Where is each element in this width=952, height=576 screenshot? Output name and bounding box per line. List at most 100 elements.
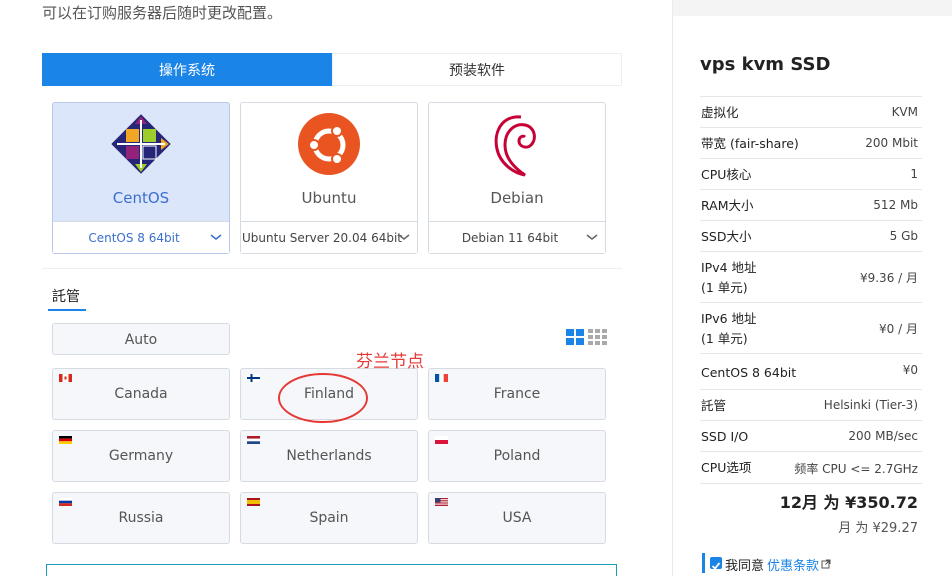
centos-logo-icon xyxy=(53,109,229,179)
location-france-button[interactable]: France xyxy=(428,368,606,420)
os-version-debian: Debian 11 64bit xyxy=(461,230,559,245)
ubuntu-logo-icon xyxy=(241,109,417,179)
spec-value: ¥0 / 月 xyxy=(879,322,918,336)
os-name-debian: Debian xyxy=(490,189,544,207)
usa-flag-icon xyxy=(435,498,448,506)
spec-value: Helsinki (Tier-3) xyxy=(823,398,918,412)
side-panel-top-bar xyxy=(672,0,952,16)
location-poland-button[interactable]: Poland xyxy=(428,430,606,482)
finland-flag-icon xyxy=(247,374,260,382)
agree-label: 我同意 xyxy=(725,559,765,574)
russia-flag-icon xyxy=(59,498,72,506)
os-version-ubuntu: Ubuntu Server 20.04 64bit xyxy=(242,230,402,245)
spec-label: RAM大小 xyxy=(701,198,754,213)
location-label: Auto xyxy=(124,332,158,348)
chevron-down-icon xyxy=(398,234,410,240)
spec-row: SSD大小 5 Gb xyxy=(700,220,922,251)
canada-flag-icon xyxy=(59,374,72,382)
location-auto-button[interactable]: Auto xyxy=(52,323,230,355)
total-monthly-price: 月 为 ¥29.27 xyxy=(838,521,918,536)
spec-value: 512 Mb xyxy=(873,198,918,212)
spec-label: 虚拟化 xyxy=(701,105,739,120)
spec-value: 5 Gb xyxy=(889,229,918,243)
spec-value: 200 Mbit xyxy=(865,136,918,150)
spec-value: 1 xyxy=(910,167,918,181)
os-name-ubuntu: Ubuntu xyxy=(301,189,357,207)
os-version-centos: CentOS 8 64bit xyxy=(88,230,180,245)
agree-indicator xyxy=(702,553,705,573)
location-label: France xyxy=(493,386,541,402)
spec-row: IPv6 地址 (1 单元) ¥0 / 月 xyxy=(700,302,922,353)
location-label: Canada xyxy=(114,386,168,402)
spec-value: 200 MB/sec xyxy=(848,429,918,443)
location-germany-button[interactable]: Germany xyxy=(52,430,230,482)
spec-label: CPU核心 xyxy=(701,167,752,182)
terms-link[interactable]: 优惠条款 xyxy=(767,555,819,574)
spec-label: CPU选项 xyxy=(701,460,752,475)
spec-value: KVM xyxy=(891,105,918,119)
divider xyxy=(42,268,622,269)
spec-row: CPU核心 1 xyxy=(700,158,922,189)
panel-title: vps kvm SSD xyxy=(700,54,831,75)
os-card-ubuntu[interactable]: Ubuntu Ubuntu Server 20.04 64bit xyxy=(240,102,418,254)
spec-label-sub: (1 单元) xyxy=(701,331,748,346)
location-netherlands-button[interactable]: Netherlands xyxy=(240,430,418,482)
bottom-panel xyxy=(46,564,617,576)
spec-row: 虚拟化 KVM xyxy=(700,96,922,127)
tab-operating-system[interactable]: 操作系统 xyxy=(42,53,332,86)
side-panel-border xyxy=(672,0,673,576)
location-label: Poland xyxy=(493,448,541,464)
annotation-ellipse xyxy=(278,373,368,423)
location-label: Russia xyxy=(118,510,164,526)
france-flag-icon xyxy=(435,374,448,382)
poland-flag-icon xyxy=(435,436,448,444)
spec-row: CPU选项 频率 CPU <= 2.7GHz xyxy=(700,451,922,484)
spec-label: IPv6 地址 xyxy=(701,311,757,326)
spec-label: 託管 xyxy=(701,398,727,413)
location-usa-button[interactable]: USA xyxy=(428,492,606,544)
spec-row: 託管 Helsinki (Tier-3) xyxy=(700,389,922,420)
spec-value: ¥0 xyxy=(902,363,918,377)
external-link-icon xyxy=(821,559,831,569)
spec-label: SSD I/O xyxy=(701,429,749,444)
spec-row: 带宽 (fair-share) 200 Mbit xyxy=(700,127,922,158)
spec-row: RAM大小 512 Mb xyxy=(700,189,922,220)
hosting-title-underline xyxy=(48,309,86,311)
spec-value: 频率 CPU <= 2.7GHz xyxy=(794,462,918,476)
netherlands-flag-icon xyxy=(247,436,260,444)
grid-view-icon[interactable] xyxy=(566,329,608,347)
spec-value: ¥9.36 / 月 xyxy=(859,271,918,285)
location-canada-button[interactable]: Canada xyxy=(52,368,230,420)
os-version-select-centos[interactable]: CentOS 8 64bit xyxy=(53,221,229,253)
check-icon xyxy=(711,562,721,570)
agree-checkbox[interactable] xyxy=(710,557,722,570)
location-label: USA xyxy=(502,510,532,526)
germany-flag-icon xyxy=(59,436,72,444)
spec-row: IPv4 地址 (1 单元) ¥9.36 / 月 xyxy=(700,251,922,302)
spec-row: CentOS 8 64bit ¥0 xyxy=(700,353,922,389)
spec-label: 带宽 (fair-share) xyxy=(701,136,799,151)
chevron-down-icon xyxy=(210,234,222,240)
os-version-select-ubuntu[interactable]: Ubuntu Server 20.04 64bit xyxy=(241,221,417,253)
os-name-centos: CentOS xyxy=(112,189,170,207)
spain-flag-icon xyxy=(247,498,260,506)
debian-logo-icon xyxy=(429,109,605,179)
spec-label: CentOS 8 64bit xyxy=(701,365,797,380)
spec-row: SSD I/O 200 MB/sec xyxy=(700,420,922,451)
tab-preinstalled-software[interactable]: 预装软件 xyxy=(332,53,622,86)
os-card-debian[interactable]: Debian Debian 11 64bit xyxy=(428,102,606,254)
spec-label-sub: (1 单元) xyxy=(701,280,748,295)
os-card-centos[interactable]: CentOS CentOS 8 64bit xyxy=(52,102,230,254)
hosting-title: 託管 xyxy=(52,289,80,305)
spec-label: SSD大小 xyxy=(701,229,752,244)
location-label: Spain xyxy=(309,510,349,526)
location-russia-button[interactable]: Russia xyxy=(52,492,230,544)
config-note: 可以在订购服务器后随时更改配置。 xyxy=(42,4,283,22)
os-version-select-debian[interactable]: Debian 11 64bit xyxy=(429,221,605,253)
total-yearly-price: 12月 为 ¥350.72 xyxy=(779,493,918,512)
spec-label: IPv4 地址 xyxy=(701,260,757,275)
chevron-down-icon xyxy=(586,234,598,240)
location-label: Netherlands xyxy=(286,448,372,464)
location-label: Germany xyxy=(108,448,174,464)
location-spain-button[interactable]: Spain xyxy=(240,492,418,544)
